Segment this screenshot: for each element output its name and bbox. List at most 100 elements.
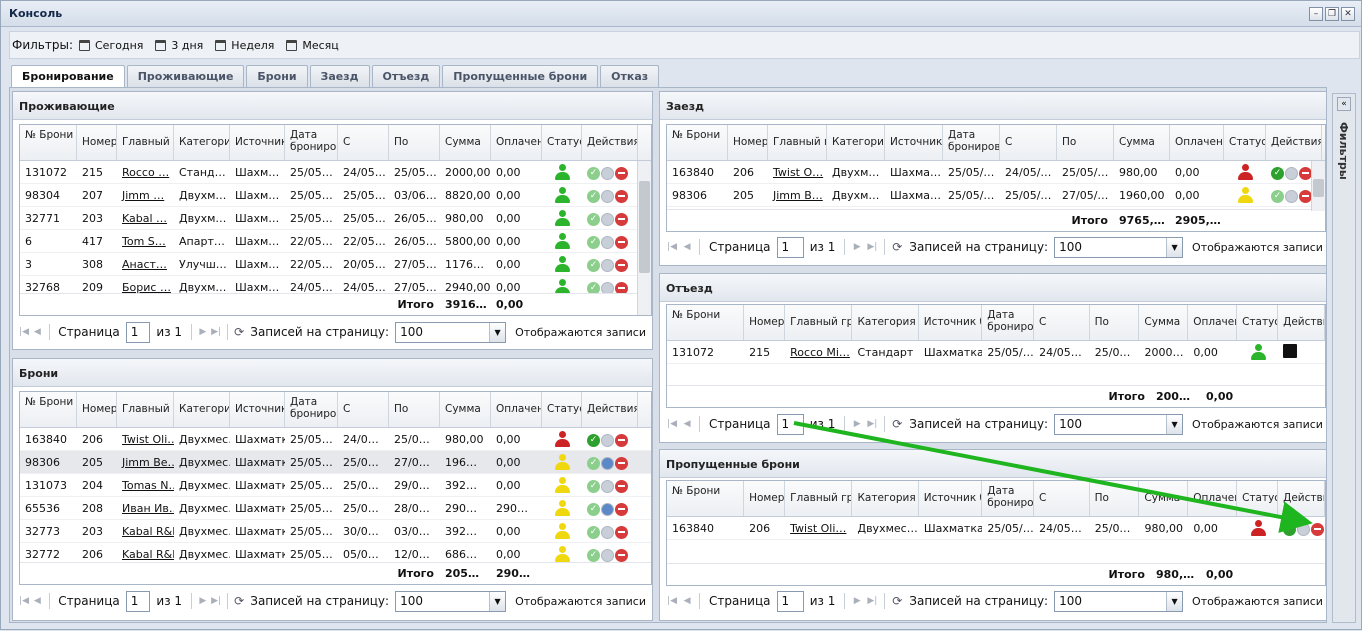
guest-icon[interactable] bbox=[601, 212, 614, 226]
check-in-icon[interactable]: ✓ bbox=[1283, 522, 1297, 536]
column-header[interactable]: Источник bbox=[230, 125, 285, 160]
tab-arrival[interactable]: Заезд bbox=[309, 65, 370, 87]
column-header[interactable]: Источник брони bbox=[919, 481, 983, 516]
table-cell[interactable]: Jimm … bbox=[117, 189, 174, 202]
checkout-icon[interactable] bbox=[1283, 343, 1298, 358]
table-row[interactable]: 163840 206 Twist O… Двухм… Шахма… 25/05/… 24/0… bbox=[667, 161, 1325, 184]
guest-icon[interactable] bbox=[601, 258, 614, 272]
prev-page-icon[interactable]: ◀ bbox=[32, 325, 42, 339]
minimize-icon[interactable]: – bbox=[1309, 7, 1323, 21]
column-header[interactable]: Оплачено bbox=[491, 125, 542, 160]
first-page-icon[interactable]: |◀ bbox=[666, 594, 678, 608]
last-page-icon[interactable]: ▶| bbox=[866, 240, 878, 254]
guest-icon[interactable] bbox=[601, 525, 614, 539]
column-header[interactable]: С bbox=[338, 125, 389, 160]
column-header[interactable]: С bbox=[1000, 125, 1057, 160]
table-cell[interactable]: Иван Ив… bbox=[117, 502, 174, 515]
page-input[interactable]: 1 bbox=[776, 590, 804, 612]
guest-icon[interactable] bbox=[1297, 522, 1311, 536]
column-header[interactable]: По bbox=[389, 125, 440, 160]
table-cell[interactable]: Tom S… bbox=[117, 235, 174, 248]
guest-icon[interactable] bbox=[1285, 189, 1298, 203]
table-row[interactable]: 131072 215 Rocco Mi… Стандарт Шахматка 25/05/… bbox=[667, 341, 1325, 364]
per-page-select[interactable]: 100 ▼ bbox=[1054, 413, 1184, 435]
next-page-icon[interactable]: ▶ bbox=[851, 417, 863, 431]
table-cell[interactable]: Twist Oli… bbox=[117, 433, 174, 446]
vertical-scrollbar[interactable] bbox=[637, 161, 651, 315]
table-row[interactable]: 98306 205 Jimm B… Двухм… Шахма… 25/05/… 25/05/… bbox=[667, 184, 1325, 207]
guest-icon[interactable] bbox=[601, 548, 614, 562]
column-header[interactable]: Статус bbox=[1237, 305, 1279, 340]
check-in-icon[interactable]: ✓ bbox=[587, 212, 600, 226]
column-header[interactable]: Статус bbox=[542, 392, 582, 427]
column-header[interactable]: С bbox=[1034, 481, 1090, 516]
check-in-icon[interactable]: ✓ bbox=[587, 548, 600, 562]
tab-refusal[interactable]: Отказ bbox=[600, 65, 660, 87]
column-header[interactable]: Оплачено bbox=[1188, 305, 1238, 340]
cancel-icon[interactable] bbox=[615, 258, 628, 272]
last-page-icon[interactable]: ▶| bbox=[211, 325, 221, 339]
column-header[interactable]: Номер bbox=[77, 125, 117, 160]
prev-page-icon[interactable]: ◀ bbox=[681, 417, 693, 431]
table-cell[interactable]: Kabal … bbox=[117, 212, 174, 225]
column-header[interactable]: Источник брони bbox=[919, 305, 983, 340]
cancel-icon[interactable] bbox=[615, 166, 628, 180]
first-page-icon[interactable]: |◀ bbox=[666, 240, 678, 254]
column-header[interactable]: С bbox=[1034, 305, 1090, 340]
column-header[interactable]: Главный группа bbox=[785, 481, 853, 516]
guest-icon[interactable] bbox=[601, 189, 614, 203]
filter-week-button[interactable]: Неделя bbox=[215, 39, 274, 52]
column-header[interactable]: Оплачено bbox=[1188, 481, 1238, 516]
column-header[interactable]: Категория bbox=[852, 481, 919, 516]
guest-icon[interactable] bbox=[601, 235, 614, 249]
first-page-icon[interactable]: |◀ bbox=[19, 325, 29, 339]
next-page-icon[interactable]: ▶ bbox=[198, 594, 208, 608]
tab-departure[interactable]: Отъезд bbox=[371, 65, 441, 87]
page-input[interactable]: 1 bbox=[776, 236, 804, 258]
column-header[interactable]: Оплачено bbox=[1170, 125, 1224, 160]
cancel-icon[interactable] bbox=[615, 212, 628, 226]
per-page-select[interactable]: 100 ▼ bbox=[1054, 590, 1184, 612]
table-cell[interactable]: Kabal R&D bbox=[117, 548, 174, 561]
column-header[interactable]: Главный гость bbox=[117, 125, 174, 160]
column-header[interactable]: Дата бронирования bbox=[285, 392, 338, 427]
table-row[interactable]: 32771 203 Kabal … Двухм… Шахм… 25/05… 25/05… 26… bbox=[20, 207, 651, 230]
guest-icon[interactable] bbox=[601, 479, 614, 493]
chevron-down-icon[interactable]: ▼ bbox=[1166, 237, 1183, 257]
column-header[interactable]: Дата бронирования bbox=[943, 125, 1000, 160]
column-header[interactable]: Категория bbox=[852, 305, 919, 340]
check-in-icon[interactable]: ✓ bbox=[587, 456, 600, 470]
column-header[interactable]: Сумма bbox=[1139, 481, 1189, 516]
close-icon[interactable]: ✕ bbox=[1341, 7, 1355, 21]
per-page-select[interactable]: 100 ▼ bbox=[395, 321, 507, 343]
prev-page-icon[interactable]: ◀ bbox=[681, 240, 693, 254]
tab-bookings[interactable]: Брони bbox=[246, 65, 308, 87]
column-header[interactable]: Источник брони bbox=[230, 392, 285, 427]
column-header[interactable]: № Брони bbox=[667, 125, 728, 160]
column-header[interactable]: Сумма bbox=[1139, 305, 1189, 340]
prev-page-icon[interactable]: ◀ bbox=[681, 594, 693, 608]
column-header[interactable]: По bbox=[1057, 125, 1114, 160]
collapse-icon[interactable]: « bbox=[1337, 97, 1351, 111]
guest-icon[interactable] bbox=[601, 456, 614, 470]
check-in-icon[interactable]: ✓ bbox=[1271, 189, 1284, 203]
column-header[interactable]: Дата бронирования bbox=[982, 481, 1034, 516]
guest-icon[interactable] bbox=[601, 433, 614, 447]
first-page-icon[interactable]: |◀ bbox=[666, 417, 678, 431]
column-header[interactable]: Оплачено bbox=[491, 392, 542, 427]
tab-residents[interactable]: Проживающие bbox=[126, 65, 245, 87]
table-cell[interactable]: Tomas N… bbox=[117, 479, 174, 492]
table-row[interactable]: 163840 206 Twist Oli… Двухмес… Шахматка 25/05… bbox=[667, 517, 1325, 540]
column-header[interactable]: Главный группа bbox=[785, 305, 853, 340]
prev-page-icon[interactable]: ◀ bbox=[32, 594, 42, 608]
column-header[interactable]: Дата бронирования bbox=[285, 125, 338, 160]
filters-side-panel[interactable]: « Фильтры bbox=[1332, 93, 1356, 623]
column-header[interactable]: Номер bbox=[744, 305, 786, 340]
column-header[interactable]: № Брони bbox=[20, 392, 77, 427]
table-cell[interactable]: Kabal R&D bbox=[117, 525, 174, 538]
last-page-icon[interactable]: ▶| bbox=[211, 594, 221, 608]
column-header[interactable]: Категория bbox=[827, 125, 885, 160]
check-in-icon[interactable]: ✓ bbox=[587, 479, 600, 493]
table-row[interactable]: 3 308 Анаст… Улучш… Шахм… 22/05… 20/05… 27/05… 1… bbox=[20, 253, 651, 276]
column-header[interactable]: Действия bbox=[582, 125, 638, 160]
